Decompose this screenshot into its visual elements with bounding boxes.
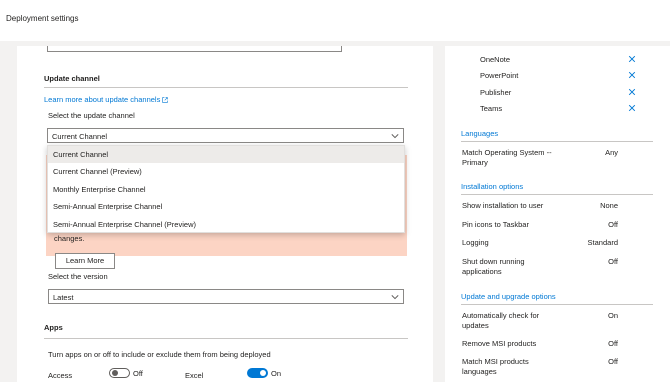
- update-channel-select[interactable]: Current Channel: [47, 128, 404, 143]
- version-value: Latest: [53, 293, 74, 302]
- summary-key: Match MSI products languages: [462, 357, 529, 376]
- warning-text: changes.: [54, 234, 85, 243]
- option-label: Monthly Enterprise Channel: [53, 185, 146, 194]
- excel-toggle-state: On: [271, 369, 282, 378]
- chevron-down-icon: [391, 295, 399, 300]
- summary-value: Any: [605, 148, 618, 157]
- dropdown-option[interactable]: Monthly Enterprise Channel: [48, 181, 404, 198]
- section-divider: [461, 304, 653, 305]
- app-name-access: Access: [48, 371, 73, 380]
- summary-panel: OneNote PowerPoint Publisher Teams Langu…: [445, 46, 670, 382]
- version-select-label: Select the version: [48, 272, 108, 281]
- close-icon[interactable]: [628, 104, 636, 112]
- summary-app-item: Publisher: [480, 88, 512, 97]
- section-divider: [44, 87, 408, 88]
- summary-key: Logging: [462, 238, 489, 247]
- section-divider: [44, 338, 408, 339]
- summary-value: Off: [608, 257, 618, 266]
- previous-field[interactable]: [47, 46, 342, 52]
- dropdown-option[interactable]: Current Channel: [48, 146, 404, 163]
- dropdown-option[interactable]: Semi-Annual Enterprise Channel: [48, 198, 404, 215]
- updates-heading: Update and upgrade options: [461, 292, 556, 301]
- summary-value: Off: [608, 357, 618, 366]
- learn-link-text[interactable]: Learn more about update channels: [44, 95, 160, 104]
- summary-key: Remove MSI products: [462, 339, 537, 348]
- summary-key: Pin icons to Taskbar: [462, 220, 529, 229]
- close-icon[interactable]: [628, 55, 636, 63]
- option-label: Semi-Annual Enterprise Channel: [53, 202, 163, 211]
- installation-heading: Installation options: [461, 182, 524, 191]
- close-icon[interactable]: [628, 88, 636, 96]
- update-channel-learn-link[interactable]: Learn more about update channels: [44, 95, 169, 104]
- summary-key: Shut down running applications: [462, 257, 525, 276]
- summary-app-item: PowerPoint: [480, 71, 519, 80]
- option-label: Semi-Annual Enterprise Channel (Preview): [53, 220, 196, 229]
- close-icon[interactable]: [628, 71, 636, 79]
- excel-toggle[interactable]: [247, 368, 268, 378]
- external-link-icon: [162, 97, 169, 103]
- summary-value: Standard: [587, 238, 618, 247]
- update-channel-dropdown: Current Channel Current Channel (Preview…: [47, 145, 405, 233]
- apps-title: Apps: [44, 323, 63, 332]
- summary-key: Show installation to user: [462, 201, 544, 210]
- channel-select-label: Select the update channel: [48, 111, 135, 120]
- learn-more-button[interactable]: Learn More: [55, 253, 115, 269]
- summary-value: On: [607, 311, 618, 320]
- chevron-down-icon: [391, 134, 399, 139]
- dropdown-option[interactable]: Semi-Annual Enterprise Channel (Preview): [48, 216, 404, 233]
- option-label: Current Channel: [53, 150, 109, 159]
- version-select[interactable]: Latest: [48, 289, 404, 304]
- access-toggle[interactable]: [109, 368, 130, 378]
- section-divider: [461, 194, 653, 195]
- update-channel-value: Current Channel: [52, 132, 108, 141]
- page-title: Deployment settings: [6, 14, 79, 23]
- summary-key: Automatically check for updates: [462, 311, 540, 330]
- summary-value: Off: [608, 339, 618, 348]
- access-toggle-state: Off: [133, 369, 143, 378]
- summary-value: None: [600, 201, 618, 210]
- title-bar: Deployment settings: [0, 0, 670, 41]
- section-divider: [461, 141, 653, 142]
- dropdown-option[interactable]: Current Channel (Preview): [48, 163, 404, 180]
- option-label: Current Channel (Preview): [53, 167, 142, 176]
- update-channel-title: Update channel: [44, 74, 100, 83]
- summary-app-item: OneNote: [480, 55, 511, 64]
- languages-heading: Languages: [461, 129, 499, 138]
- summary-value: Off: [608, 220, 618, 229]
- apps-description: Turn apps on or off to include or exclud…: [48, 350, 271, 359]
- summary-key: Match Operating System --Primary: [462, 148, 552, 167]
- app-name-excel: Excel: [185, 371, 204, 380]
- summary-app-item: Teams: [480, 104, 503, 113]
